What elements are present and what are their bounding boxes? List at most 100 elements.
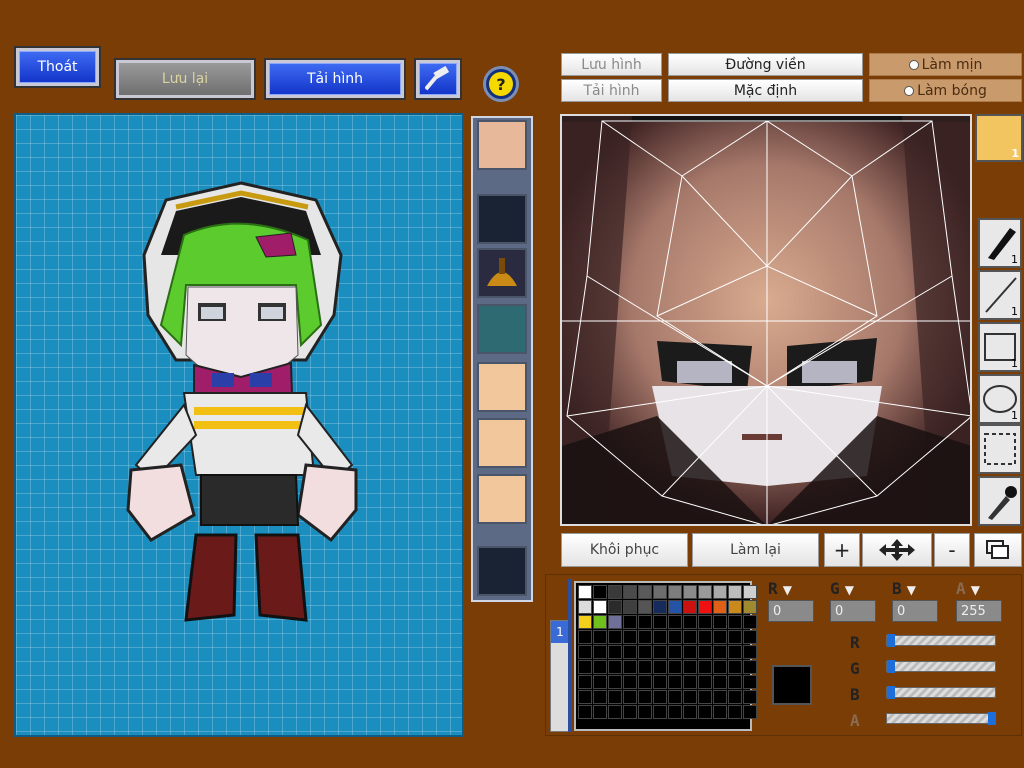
- face-slot-3[interactable]: [477, 248, 527, 298]
- palette-swatch[interactable]: [623, 705, 637, 719]
- palette-swatch[interactable]: [698, 660, 712, 674]
- palette-swatch[interactable]: [638, 615, 652, 629]
- palette-swatch[interactable]: [623, 615, 637, 629]
- palette-swatch[interactable]: [638, 585, 652, 599]
- palette-swatch[interactable]: [623, 675, 637, 689]
- palette-swatch[interactable]: [608, 690, 622, 704]
- palette-swatch[interactable]: [578, 585, 592, 599]
- palette-swatch[interactable]: [653, 705, 667, 719]
- palette-swatch[interactable]: [698, 645, 712, 659]
- palette-swatch[interactable]: [608, 645, 622, 659]
- palette-swatch[interactable]: [623, 690, 637, 704]
- palette-swatch[interactable]: [698, 630, 712, 644]
- palette-swatch[interactable]: [683, 660, 697, 674]
- palette-swatch[interactable]: [638, 645, 652, 659]
- palette-swatch[interactable]: [578, 690, 592, 704]
- alpha-value[interactable]: 255: [956, 600, 1002, 622]
- palette-swatch[interactable]: [653, 690, 667, 704]
- blue-value[interactable]: 0: [892, 600, 938, 622]
- face-pixel-canvas[interactable]: [560, 114, 972, 526]
- face-slot-4[interactable]: [477, 304, 527, 354]
- palette-swatch[interactable]: [743, 600, 757, 614]
- palette-swatch[interactable]: [638, 660, 652, 674]
- palette-swatch[interactable]: [653, 615, 667, 629]
- shade-option[interactable]: Làm bóng: [869, 79, 1022, 102]
- palette-swatch[interactable]: [743, 675, 757, 689]
- green-value[interactable]: 0: [830, 600, 876, 622]
- palette-swatch[interactable]: [608, 615, 622, 629]
- face-slot-8[interactable]: [477, 546, 527, 596]
- palette-swatch[interactable]: [638, 705, 652, 719]
- palette-swatch[interactable]: [668, 675, 682, 689]
- palette-swatch[interactable]: [683, 615, 697, 629]
- palette-swatch[interactable]: [593, 645, 607, 659]
- blue-slider-thumb[interactable]: [887, 686, 895, 699]
- palette-swatch[interactable]: [698, 585, 712, 599]
- palette-swatch[interactable]: [668, 615, 682, 629]
- save-image-button[interactable]: Lưu hình: [561, 53, 662, 76]
- exit-button[interactable]: Thoát: [16, 48, 99, 86]
- palette-swatch[interactable]: [743, 645, 757, 659]
- palette-swatch[interactable]: [593, 630, 607, 644]
- face-template-button[interactable]: 1: [975, 114, 1023, 162]
- palette-swatch[interactable]: [728, 600, 742, 614]
- palette-swatch[interactable]: [623, 630, 637, 644]
- blue-slider[interactable]: [886, 686, 996, 699]
- palette-swatch[interactable]: [623, 585, 637, 599]
- palette-swatch[interactable]: [668, 585, 682, 599]
- help-button[interactable]: ?: [483, 66, 519, 102]
- palette-swatch[interactable]: [683, 585, 697, 599]
- red-value[interactable]: 0: [768, 600, 814, 622]
- palette-swatch[interactable]: [593, 585, 607, 599]
- select-tool[interactable]: [978, 424, 1022, 474]
- smooth-radio[interactable]: [908, 59, 919, 70]
- rect-tool[interactable]: 1: [978, 322, 1022, 372]
- palette-swatch[interactable]: [698, 615, 712, 629]
- blue-channel[interactable]: B ▼ 0: [892, 579, 938, 622]
- palette-swatch[interactable]: [623, 645, 637, 659]
- palette-swatch[interactable]: [608, 585, 622, 599]
- alpha-slider-thumb[interactable]: [988, 712, 996, 725]
- layers-button[interactable]: [974, 533, 1022, 567]
- palette-swatch[interactable]: [638, 675, 652, 689]
- palette-swatch[interactable]: [683, 705, 697, 719]
- green-slider-thumb[interactable]: [887, 660, 895, 673]
- palette-swatch[interactable]: [698, 675, 712, 689]
- zoom-in-button[interactable]: +: [824, 533, 860, 567]
- palette-swatch[interactable]: [668, 630, 682, 644]
- palette-swatch[interactable]: [713, 585, 727, 599]
- load-image-button-2[interactable]: Tải hình: [561, 79, 662, 102]
- move-button[interactable]: [862, 533, 932, 567]
- ellipse-tool[interactable]: 1: [978, 374, 1022, 424]
- eyedropper-tool[interactable]: [978, 476, 1022, 526]
- palette-swatch[interactable]: [653, 630, 667, 644]
- palette-swatch[interactable]: [668, 690, 682, 704]
- palette-swatch[interactable]: [713, 615, 727, 629]
- palette-swatch[interactable]: [638, 690, 652, 704]
- palette-swatch[interactable]: [683, 645, 697, 659]
- green-channel[interactable]: G ▼ 0: [830, 579, 876, 622]
- palette-swatch[interactable]: [728, 690, 742, 704]
- character-preview-canvas[interactable]: [14, 113, 464, 737]
- palette-swatch[interactable]: [728, 645, 742, 659]
- palette-swatch[interactable]: [578, 705, 592, 719]
- palette-swatch[interactable]: [653, 660, 667, 674]
- palette-swatch[interactable]: [668, 600, 682, 614]
- palette-swatch[interactable]: [653, 585, 667, 599]
- palette-swatch[interactable]: [578, 600, 592, 614]
- palette-swatch[interactable]: [578, 660, 592, 674]
- palette-swatch[interactable]: [608, 705, 622, 719]
- palette-swatch[interactable]: [593, 600, 607, 614]
- palette-swatch[interactable]: [743, 690, 757, 704]
- smooth-option[interactable]: Làm mịn: [869, 53, 1022, 76]
- red-slider-thumb[interactable]: [887, 634, 895, 647]
- palette-swatch[interactable]: [653, 645, 667, 659]
- face-slot-2[interactable]: [477, 194, 527, 244]
- palette-swatch[interactable]: [653, 600, 667, 614]
- palette-swatch[interactable]: [608, 600, 622, 614]
- palette-swatch[interactable]: [593, 615, 607, 629]
- pen-tool[interactable]: 1: [978, 218, 1022, 268]
- palette-swatch[interactable]: [728, 630, 742, 644]
- palette-swatch[interactable]: [638, 600, 652, 614]
- palette-swatch[interactable]: [593, 690, 607, 704]
